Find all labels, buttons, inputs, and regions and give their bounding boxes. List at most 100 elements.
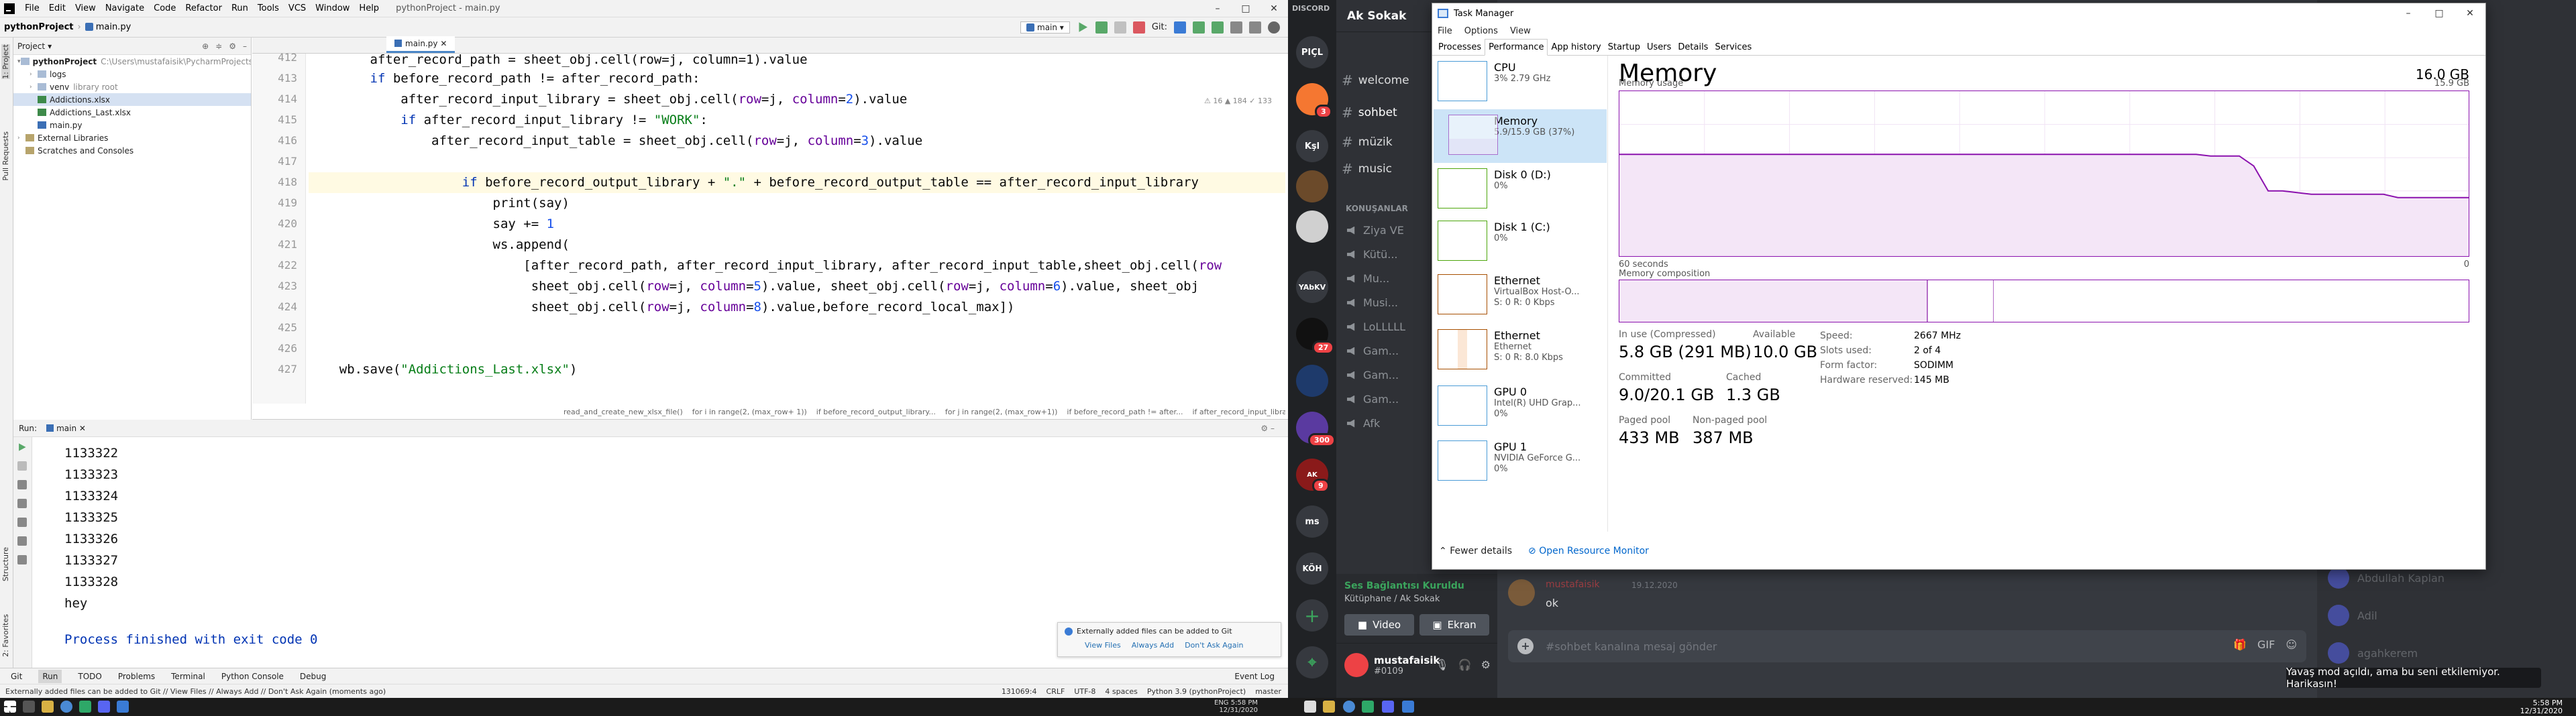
- search-icon[interactable]: [23, 701, 35, 713]
- problems-tool-tab[interactable]: Problems: [118, 672, 155, 681]
- channel-welcome[interactable]: # welcome: [1342, 72, 1409, 88]
- server-ksl[interactable]: Kşl: [1296, 130, 1328, 162]
- taskbar-clock-left[interactable]: ENG 5:58 PM 12/31/2020: [1214, 699, 1258, 714]
- todo-tool-tab[interactable]: TODO: [78, 672, 101, 681]
- message-author[interactable]: mustafaisik: [1546, 579, 1600, 590]
- server-ms[interactable]: ms: [1296, 505, 1328, 538]
- menu-help[interactable]: Help: [354, 3, 384, 13]
- gift-icon[interactable]: 🎁: [2233, 638, 2247, 651]
- gear-icon[interactable]: ⚙ –: [1260, 424, 1288, 433]
- nav-project-crumb[interactable]: pythonProject: [0, 22, 78, 32]
- pull-requests-tool-tab[interactable]: Pull Requests: [1, 131, 10, 180]
- voice-channel[interactable]: LoLLLLL: [1347, 320, 1405, 333]
- event-log-tool-tab[interactable]: Event Log: [1234, 672, 1288, 681]
- member-item[interactable]: Adil: [2328, 605, 2377, 626]
- channel-music[interactable]: # music: [1342, 161, 1392, 177]
- status-widget[interactable]: UTF-8: [1074, 687, 1095, 696]
- message-input[interactable]: + #sohbet kanalına mesaj gönder 🎁 GIF ☺: [1508, 630, 2306, 662]
- menu-options[interactable]: Options: [1464, 26, 1498, 36]
- trash-icon[interactable]: [17, 536, 27, 546]
- breadcrumb[interactable]: if after_record_input_library !...: [1193, 408, 1286, 416]
- menu-tools[interactable]: Tools: [253, 3, 284, 13]
- file-explorer-icon[interactable]: [42, 701, 54, 713]
- chrome-icon[interactable]: [1343, 701, 1355, 713]
- menu-edit[interactable]: Edit: [44, 3, 70, 13]
- menu-file[interactable]: File: [1438, 26, 1452, 36]
- microphone-icon[interactable]: 🎙: [1435, 658, 1448, 671]
- voice-channel[interactable]: Gam...: [1347, 345, 1399, 357]
- tab-services[interactable]: Services: [1711, 40, 1755, 55]
- avatar[interactable]: [1508, 579, 1535, 606]
- menu-view[interactable]: View: [1510, 26, 1531, 36]
- run-tab-main[interactable]: main ✕: [46, 424, 86, 433]
- project-panel-title[interactable]: Project: [17, 42, 45, 51]
- pycharm-taskbar-icon[interactable]: [79, 701, 91, 713]
- tree-item[interactable]: › logs: [13, 68, 251, 80]
- breadcrumb[interactable]: for j in range(2, (max_row+1)): [945, 408, 1058, 416]
- discord-taskbar-icon[interactable]: [98, 701, 110, 713]
- restore-layout-icon[interactable]: [17, 480, 27, 489]
- code-view[interactable]: after_record_path = sheet_obj.cell(row=j…: [309, 54, 1285, 404]
- minimize-icon[interactable]: –: [1203, 3, 1232, 14]
- explore-icon[interactable]: ⌖: [1296, 646, 1328, 678]
- tab-processes[interactable]: Processes: [1435, 40, 1485, 55]
- headphones-icon[interactable]: 🎧: [1458, 658, 1472, 671]
- gear-icon[interactable]: ⚙: [229, 42, 236, 51]
- task-manager-taskbar-icon[interactable]: [1402, 701, 1414, 713]
- voice-channel[interactable]: Gam...: [1347, 369, 1399, 381]
- close-icon[interactable]: ✕: [1260, 3, 1288, 14]
- always-add-link[interactable]: Always Add: [1132, 641, 1174, 650]
- perf-item[interactable]: Memory 5.9/15.9 GB (37%): [1434, 109, 1607, 163]
- tree-item[interactable]: Addictions.xlsx: [13, 93, 251, 106]
- menu-run[interactable]: Run: [227, 3, 253, 13]
- terminal-tool-tab[interactable]: Terminal: [171, 672, 205, 681]
- emoji-icon[interactable]: ☺: [2286, 638, 2297, 651]
- run-config-select[interactable]: main ▾: [1020, 21, 1070, 34]
- tree-item[interactable]: › venv library root: [13, 80, 251, 93]
- tab-startup[interactable]: Startup: [1605, 40, 1644, 55]
- category-konusanlar[interactable]: KONUŞANLAR: [1346, 204, 1408, 213]
- favorites-tool-tab[interactable]: 2: Favorites: [1, 614, 10, 657]
- pin-icon[interactable]: [17, 555, 27, 564]
- tree-item[interactable]: ▾ pythonProject C:\Users\mustafaisik\Pycha…: [13, 55, 251, 68]
- tab-users[interactable]: Users: [1644, 40, 1674, 55]
- gear-icon[interactable]: ⚙: [1481, 658, 1491, 671]
- git-commit-icon[interactable]: [1193, 21, 1205, 34]
- server-avatar-4[interactable]: [1296, 365, 1328, 397]
- perf-item[interactable]: Ethernet Ethernet S: 0 R: 8.0 Kbps: [1434, 324, 1607, 377]
- close-icon[interactable]: ✕: [2455, 8, 2485, 19]
- channel-muzik[interactable]: # müzik: [1342, 134, 1393, 150]
- avatar[interactable]: [1344, 653, 1368, 677]
- minimize-icon[interactable]: –: [2393, 8, 2424, 19]
- server-picl[interactable]: PIÇL: [1296, 36, 1328, 68]
- voice-channel[interactable]: Ziya VE: [1347, 224, 1404, 237]
- coverage-icon[interactable]: [1114, 21, 1126, 34]
- run-icon[interactable]: [1079, 22, 1088, 32]
- perf-item[interactable]: Disk 0 (D:) 0%: [1434, 163, 1607, 217]
- soft-wrap-icon[interactable]: [17, 499, 27, 508]
- inspection-widget[interactable]: ⚠ 16 ▲ 184 ✓ 133: [1204, 97, 1272, 105]
- status-message[interactable]: Externally added files can be added to G…: [5, 687, 386, 696]
- screen-share-button[interactable]: ▣ Ekran: [1419, 614, 1489, 636]
- stop-icon[interactable]: [1132, 21, 1145, 34]
- perf-item[interactable]: Ethernet VirtualBox Host-O... S: 0 R: 0 Kb…: [1434, 269, 1607, 322]
- status-widget[interactable]: CRLF: [1046, 687, 1065, 696]
- dont-ask-again-link[interactable]: Don't Ask Again: [1185, 641, 1243, 650]
- task-manager-taskbar-icon[interactable]: [117, 701, 129, 713]
- gif-icon[interactable]: GIF: [2257, 638, 2275, 651]
- perf-item[interactable]: GPU 0 Intel(R) UHD Grap... 0%: [1434, 380, 1607, 434]
- stop-icon[interactable]: [17, 461, 27, 471]
- status-widget[interactable]: Python 3.9 (pythonProject): [1147, 687, 1246, 696]
- breadcrumb[interactable]: for i in range(2, (max_row+ 1)): [692, 408, 807, 416]
- task-view-icon[interactable]: [1304, 701, 1316, 713]
- debug-icon[interactable]: [1095, 21, 1108, 34]
- git-tool-tab[interactable]: Git: [11, 672, 22, 681]
- breadcrumb[interactable]: if before_record_output_library...: [816, 408, 936, 416]
- breadcrumb[interactable]: if before_record_path != after...: [1067, 408, 1183, 416]
- menu-code[interactable]: Code: [149, 3, 180, 13]
- voice-channel[interactable]: Musi...: [1347, 296, 1398, 309]
- server-yabkv[interactable]: YAbKV: [1296, 271, 1328, 303]
- perf-item[interactable]: CPU 3% 2.79 GHz: [1434, 56, 1607, 109]
- taskbar-clock[interactable]: 5:58 PM 12/31/2020: [2520, 699, 2563, 715]
- open-resource-monitor-link[interactable]: ⊘ Open Resource Monitor: [1528, 546, 1649, 556]
